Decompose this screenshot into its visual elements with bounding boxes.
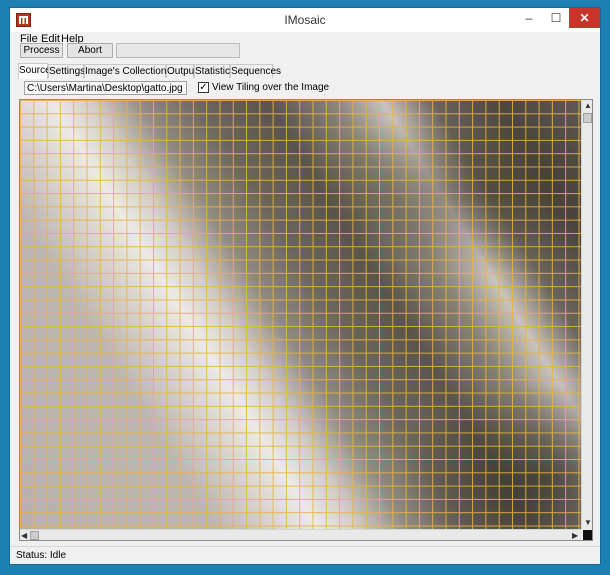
scroll-right-icon[interactable]: ▶ xyxy=(572,530,578,540)
scroll-left-icon[interactable]: ◀ xyxy=(21,530,27,540)
close-button[interactable]: ✕ xyxy=(569,8,600,28)
process-button[interactable]: Process xyxy=(20,43,63,58)
tab-source[interactable]: Source xyxy=(18,63,51,79)
tiling-grid-overlay xyxy=(20,100,581,529)
maximize-button[interactable]: ☐ xyxy=(543,8,569,28)
image-viewer: ▲ ▼ ◀ ▶ xyxy=(19,99,593,541)
title-bar[interactable]: IMosaic – ☐ ✕ xyxy=(10,8,600,32)
horizontal-scrollbar[interactable]: ◀ ▶ xyxy=(20,529,581,540)
vertical-scroll-thumb[interactable] xyxy=(583,113,592,123)
horizontal-scroll-thumb[interactable] xyxy=(30,531,39,540)
tab-settings[interactable]: Settings xyxy=(48,64,85,78)
tab-images-collections[interactable]: Image's Collections xyxy=(84,64,171,78)
view-tiling-checkbox[interactable]: ✓ xyxy=(198,82,209,93)
progress-bar xyxy=(116,43,240,58)
tab-statistics[interactable]: Statistics xyxy=(194,64,235,78)
vertical-scrollbar[interactable]: ▲ ▼ xyxy=(581,100,592,529)
minimize-button[interactable]: – xyxy=(516,8,542,28)
scroll-down-icon[interactable]: ▼ xyxy=(584,517,592,528)
window-title: IMosaic xyxy=(284,13,326,27)
scroll-corner xyxy=(583,530,592,540)
tab-sequences[interactable]: Sequences xyxy=(230,64,281,78)
abort-button[interactable]: Abort xyxy=(67,43,113,58)
app-window: IMosaic – ☐ ✕ File Edit Help Process Abo… xyxy=(9,7,601,565)
status-bar: Status: Idle xyxy=(10,546,600,565)
source-path-input[interactable] xyxy=(24,81,187,95)
scroll-up-icon[interactable]: ▲ xyxy=(584,100,592,111)
view-tiling-label: View Tiling over the Image xyxy=(212,82,330,93)
tab-output[interactable]: Output xyxy=(166,64,197,78)
